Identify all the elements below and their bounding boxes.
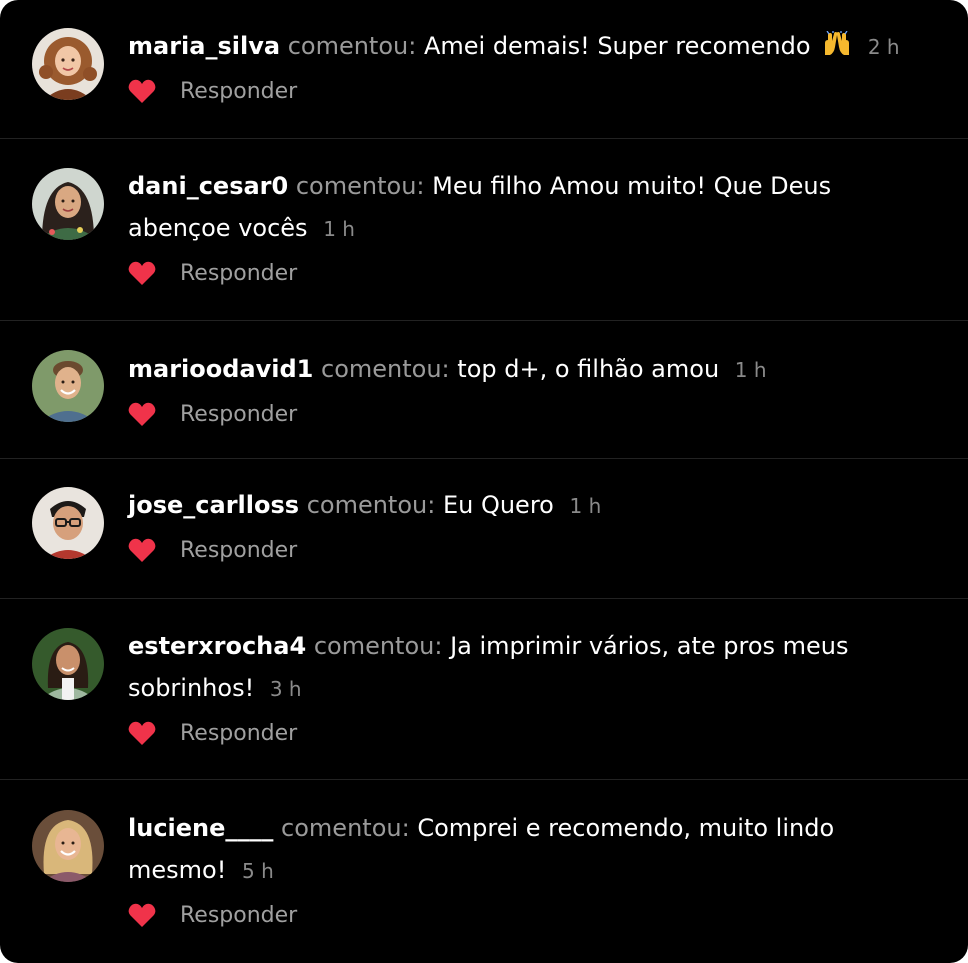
comment-message: top d+, o filhão amou <box>457 355 720 383</box>
comment-verb: comentou: <box>313 632 443 660</box>
comment-actions: Responder <box>128 399 908 433</box>
comment-item: marioodavid1 comentou: top d+, o filhão … <box>0 321 968 459</box>
comment-item: dani_cesar0 comentou: Meu filho Amou mui… <box>0 139 968 321</box>
heart-icon[interactable] <box>128 401 156 427</box>
reply-button[interactable]: Responder <box>180 900 297 932</box>
comment-username[interactable]: jose_carlloss <box>128 491 299 519</box>
comment-message: Amei demais! Super recomendo <box>423 32 811 60</box>
avatar[interactable] <box>32 28 104 100</box>
avatar[interactable] <box>32 628 104 700</box>
comment-actions: Responder <box>128 76 908 110</box>
comment-text: luciene____ comentou: Comprei e recomend… <box>128 807 908 892</box>
comment-message: Eu Quero <box>442 491 554 519</box>
avatar[interactable] <box>32 810 104 882</box>
comment-username[interactable]: marioodavid1 <box>128 355 313 383</box>
comment-username[interactable]: maria_silva <box>128 32 280 60</box>
comment-item: luciene____ comentou: Comprei e recomend… <box>0 780 968 963</box>
comment-verb: comentou: <box>281 814 410 842</box>
comment-actions: Responder <box>128 900 908 934</box>
avatar[interactable] <box>32 487 104 559</box>
comment-time: 3 h <box>269 677 302 701</box>
comment-username[interactable]: esterxrocha4 <box>128 632 306 660</box>
reply-button[interactable]: Responder <box>180 258 297 290</box>
comment-time: 1 h <box>569 494 602 518</box>
heart-icon[interactable] <box>128 260 156 286</box>
heart-icon[interactable] <box>128 902 156 928</box>
comment-item: maria_silva comentou: Amei demais! Super… <box>0 0 968 139</box>
comment-item: esterxrocha4 comentou: Ja imprimir vário… <box>0 599 968 780</box>
avatar[interactable] <box>32 350 104 422</box>
reply-button[interactable]: Responder <box>180 718 297 750</box>
comment-item: jose_carlloss comentou: Eu Quero 1 h Res… <box>0 459 968 599</box>
heart-icon[interactable] <box>128 537 156 563</box>
comment-verb: comentou: <box>321 355 450 383</box>
comment-actions: Responder <box>128 535 908 569</box>
avatar[interactable] <box>32 168 104 240</box>
comment-text: esterxrocha4 comentou: Ja imprimir vário… <box>128 625 908 710</box>
comment-username[interactable]: dani_cesar0 <box>128 172 288 200</box>
reply-button[interactable]: Responder <box>180 76 297 108</box>
comment-text: marioodavid1 comentou: top d+, o filhão … <box>128 348 908 391</box>
comment-text: jose_carlloss comentou: Eu Quero 1 h <box>128 484 908 527</box>
comment-time: 1 h <box>734 358 767 382</box>
reply-button[interactable]: Responder <box>180 399 297 431</box>
comment-text: maria_silva comentou: Amei demais! Super… <box>128 25 908 68</box>
comment-time: 2 h <box>867 35 900 59</box>
heart-icon[interactable] <box>128 78 156 104</box>
heart-icon[interactable] <box>128 720 156 746</box>
comment-verb: comentou: <box>295 172 425 200</box>
comment-time: 1 h <box>323 217 355 241</box>
comment-verb: comentou: <box>287 32 417 60</box>
comment-actions: Responder <box>128 718 908 752</box>
comment-verb: comentou: <box>306 491 436 519</box>
comments-panel: maria_silva comentou: Amei demais! Super… <box>0 0 968 963</box>
comment-actions: Responder <box>128 258 908 292</box>
comment-text: dani_cesar0 comentou: Meu filho Amou mui… <box>128 165 908 250</box>
comment-time: 5 h <box>241 859 274 883</box>
reply-button[interactable]: Responder <box>180 535 297 567</box>
comment-username[interactable]: luciene____ <box>128 814 273 842</box>
raising-hands-icon <box>825 31 850 55</box>
